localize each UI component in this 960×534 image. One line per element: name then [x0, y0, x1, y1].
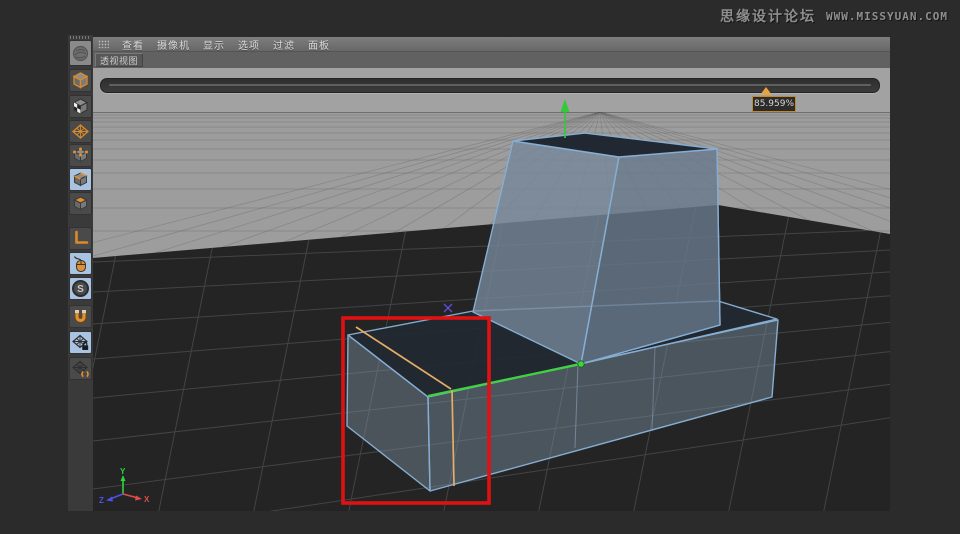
viewport-panel: 查看 摄像机 显示 选项 过滤 面板 透视视图 [93, 37, 890, 511]
magnet-snap-icon[interactable] [69, 305, 92, 328]
watermark: 思缘设计论坛 WWW.MISSYUAN.COM [720, 6, 948, 26]
texture-mode-icon[interactable] [69, 95, 92, 118]
gizmo-x-label: X [144, 495, 150, 504]
viewport-menubar: 查看 摄像机 显示 选项 过滤 面板 [93, 37, 890, 52]
magnet-glyph [70, 306, 91, 327]
edges-mode-icon[interactable] [69, 168, 92, 191]
app-window: 思缘设计论坛 WWW.MISSYUAN.COM [0, 0, 960, 534]
model-cube-glyph [70, 70, 91, 91]
points-mode-icon[interactable] [69, 144, 92, 167]
polygons-mode-icon[interactable] [69, 192, 92, 215]
s-letter: S [77, 284, 84, 295]
menu-item-panel[interactable]: 面板 [308, 37, 330, 52]
workplane-mode-icon[interactable] [69, 120, 92, 143]
viewport-canvas[interactable]: Y X Z [93, 68, 890, 511]
menu-item-options[interactable]: 选项 [238, 37, 260, 52]
menu-item-camera[interactable]: 摄像机 [157, 37, 190, 52]
slider-marker-triangle[interactable] [760, 87, 772, 95]
selected-vertex-dot[interactable] [578, 361, 584, 367]
mouse-glyph [70, 253, 91, 274]
watermark-site-name: 思缘设计论坛 [720, 6, 816, 26]
gizmo-z-label: Z [99, 496, 104, 505]
mouse-mode-icon[interactable] [69, 252, 92, 275]
perspective-view-tab[interactable]: 透视视图 [95, 53, 143, 67]
active-tool-glyph [70, 43, 91, 64]
snap-s-icon[interactable]: S [69, 277, 92, 300]
axis-l-glyph [70, 228, 91, 249]
slider-value-tooltip: 85.959% [752, 96, 796, 112]
texture-cube-glyph [70, 96, 91, 117]
workplane-lock-glyph [70, 332, 91, 353]
axis-mode-icon[interactable] [69, 227, 92, 250]
menu-item-filter[interactable]: 过滤 [273, 37, 295, 52]
s-circle-glyph: S [70, 278, 91, 299]
gizmo-y-label: Y [120, 467, 126, 476]
model-mode-icon[interactable] [69, 69, 92, 92]
mode-toolbar: S [68, 35, 94, 511]
points-cube-glyph [70, 145, 91, 166]
workplane-rotate-icon[interactable] [69, 357, 92, 380]
scene-svg: Y X Z [93, 68, 890, 511]
watermark-site-url: WWW.MISSYUAN.COM [826, 10, 948, 23]
workplane-rotate-glyph [70, 358, 91, 379]
workplane-grid-glyph [70, 121, 91, 142]
active-tool-icon[interactable] [69, 40, 92, 66]
polygons-cube-glyph [70, 193, 91, 214]
menu-item-view[interactable]: 查看 [122, 37, 144, 52]
slider-groove [109, 84, 871, 86]
edges-cube-glyph [70, 169, 91, 190]
menu-grip-icon[interactable] [98, 40, 109, 49]
toolbar-grab-handle[interactable] [70, 36, 91, 39]
viewport-tabrow: 透视视图 [93, 52, 890, 69]
menu-item-display[interactable]: 显示 [203, 37, 225, 52]
workplane-lock-icon[interactable] [69, 331, 92, 354]
